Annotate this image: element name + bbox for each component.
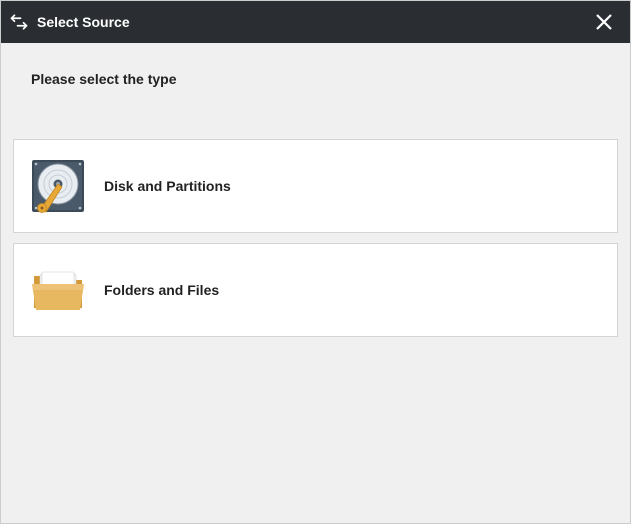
titlebar-title: Select Source [37,14,588,30]
dialog-content: Please select the type [1,43,630,523]
folder-icon [28,260,88,320]
option-label: Disk and Partitions [104,178,231,194]
option-folders-files[interactable]: Folders and Files [13,243,618,337]
titlebar: Select Source [1,1,630,43]
select-source-dialog: Select Source Please select the type [0,0,631,524]
disk-icon [28,156,88,216]
option-disk-partitions[interactable]: Disk and Partitions [13,139,618,233]
prompt-text: Please select the type [31,71,618,87]
app-icon [9,12,29,32]
close-icon [595,13,613,31]
close-button[interactable] [588,6,620,38]
option-label: Folders and Files [104,282,219,298]
